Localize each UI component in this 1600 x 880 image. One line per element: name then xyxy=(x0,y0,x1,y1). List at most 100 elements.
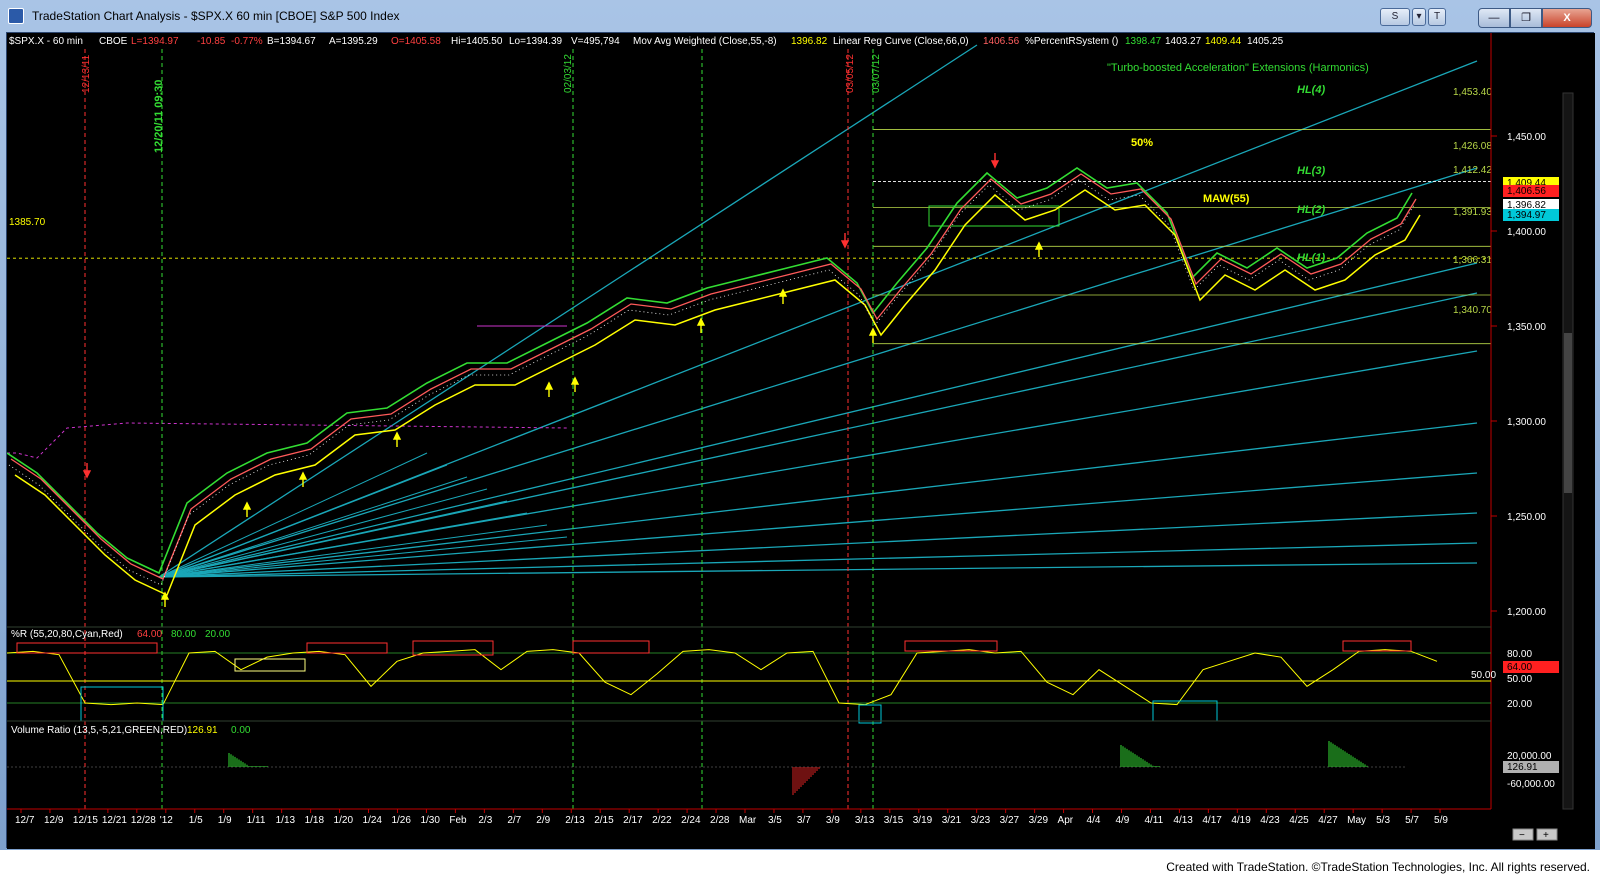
wr-level-50-label: 50.00 xyxy=(1471,670,1496,681)
status-line: $SPX.X - 60 min CBOE L=1394.97 -10.85 -0… xyxy=(9,36,1284,47)
low-price: Lo=1394.39 xyxy=(509,36,563,47)
price-tag-cyan-text: 1,394.97 xyxy=(1507,210,1546,221)
symbol-label: $SPX.X - 60 min xyxy=(9,36,83,47)
vol-label: Volume Ratio (13,5,-5,21,GREEN,RED) xyxy=(11,725,187,736)
x-tick-label: 2/3 xyxy=(478,815,492,826)
date-1213-label: 12/13/11 xyxy=(81,54,92,93)
wr-label: %R (55,20,80,Cyan,Red) xyxy=(11,629,123,640)
wr-80: 80.00 xyxy=(171,629,196,640)
x-tick-label: 4/9 xyxy=(1115,815,1129,826)
level-1385-label: 1385.70 xyxy=(9,217,46,228)
x-tick-label: 2/24 xyxy=(681,815,701,826)
x-tick-label: 5/9 xyxy=(1434,815,1448,826)
window-title: TradeStation Chart Analysis - $SPX.X 60 … xyxy=(32,9,400,23)
window-controls: — ❐ X xyxy=(1478,8,1592,28)
maw-label: MAW(55) xyxy=(1203,193,1250,205)
x-tick-label: Apr xyxy=(1058,815,1074,826)
bid-price: B=1394.67 xyxy=(267,36,316,47)
footer-credits: Created with TradeStation. ©TradeStation… xyxy=(1166,860,1590,874)
mavw-label: Mov Avg Weighted (Close,55,-8) xyxy=(633,36,777,47)
hl2-label: HL(2) xyxy=(1297,204,1325,216)
svg-text:−: − xyxy=(1519,830,1525,841)
x-tick-label: 1/30 xyxy=(420,815,440,826)
x-tick-label: 2/13 xyxy=(565,815,585,826)
x-tick-label: May xyxy=(1347,815,1366,826)
x-tick-label: 1/5 xyxy=(189,815,203,826)
last-price: L=1394.97 xyxy=(131,36,179,47)
vol-value: 126.91 xyxy=(187,725,218,736)
change-value: -10.85 xyxy=(197,36,226,47)
x-tick-label: 2/7 xyxy=(507,815,521,826)
prs-value-4: 1405.25 xyxy=(1247,36,1284,47)
change-percent: -0.77% xyxy=(231,36,263,47)
hl4-label: HL(4) xyxy=(1297,84,1325,96)
x-tick-label: 3/7 xyxy=(797,815,811,826)
vol-tag-text: 126.91 xyxy=(1507,762,1538,773)
tradestation-window: TradeStation Chart Analysis - $SPX.X 60 … xyxy=(0,0,1600,880)
vertical-scroll-thumb[interactable] xyxy=(1564,333,1572,493)
x-tick-label: 12/15 xyxy=(73,815,98,826)
date-0307-label: 03/07/12 xyxy=(871,54,882,93)
wr-tick-label: 50.00 xyxy=(1507,674,1532,685)
x-tick-label: 1/11 xyxy=(247,815,266,826)
x-tick-label: 5/3 xyxy=(1376,815,1390,826)
prs-value-2: 1403.27 xyxy=(1165,36,1202,47)
symbol-link-button[interactable]: S xyxy=(1380,8,1410,26)
symbol-link-dropdown[interactable]: ▾ xyxy=(1412,8,1426,26)
x-tick-label: 2/17 xyxy=(623,815,643,826)
wr-tick-label: 80.00 xyxy=(1507,649,1532,660)
hl3-label: HL(3) xyxy=(1297,165,1325,177)
x-tick-label: 1/9 xyxy=(218,815,232,826)
volume-value: V=495,794 xyxy=(571,36,620,47)
open-price: O=1405.58 xyxy=(391,36,441,47)
chart-area[interactable]: $SPX.X - 60 min CBOE L=1394.97 -10.85 -0… xyxy=(6,32,1595,849)
x-tick-label: 12/9 xyxy=(44,815,64,826)
close-button[interactable]: X xyxy=(1542,8,1592,28)
x-tick-label: 3/15 xyxy=(884,815,904,826)
exchange-label: CBOE xyxy=(99,36,128,47)
vol-zero: 0.00 xyxy=(231,725,251,736)
x-tick-label: Feb xyxy=(449,815,467,826)
wr-20: 20.00 xyxy=(205,629,230,640)
price-tick-label: 1,450.00 xyxy=(1507,132,1546,143)
x-tick-label: 3/27 xyxy=(1000,815,1020,826)
ask-price: A=1395.29 xyxy=(329,36,378,47)
tradestation-app-icon xyxy=(8,8,24,24)
prs-label: %PercentRSystem () xyxy=(1025,36,1118,47)
chart-canvas[interactable]: $SPX.X - 60 min CBOE L=1394.97 -10.85 -0… xyxy=(6,33,1595,849)
vol-tick-2: -60,000.00 xyxy=(1507,779,1555,790)
x-tick-label: '12 xyxy=(160,815,173,826)
level-1391-label: 1,391.93 xyxy=(1453,207,1492,218)
date-0203-label: 02/03/12 xyxy=(563,54,574,93)
x-tick-label: 3/29 xyxy=(1029,815,1049,826)
x-tick-label: 2/9 xyxy=(536,815,550,826)
x-tick-label: 2/15 xyxy=(594,815,614,826)
x-tick-label: 3/19 xyxy=(913,815,933,826)
high-price: Hi=1405.50 xyxy=(451,36,503,47)
title-bar[interactable]: TradeStation Chart Analysis - $SPX.X 60 … xyxy=(0,0,1600,32)
x-tick-label: 4/13 xyxy=(1173,815,1193,826)
x-tick-label: 4/17 xyxy=(1202,815,1222,826)
restore-button[interactable]: ❐ xyxy=(1510,8,1542,28)
x-tick-label: 3/9 xyxy=(826,815,840,826)
date-1220-label: 12/20/11 09:30 xyxy=(153,80,165,153)
footer-bar: Created with TradeStation. ©TradeStation… xyxy=(0,850,1600,880)
mavw-value: 1396.82 xyxy=(791,36,828,47)
x-tick-label: 4/11 xyxy=(1144,815,1163,826)
level-1340-label: 1,340.70 xyxy=(1453,305,1492,316)
lrc-label: Linear Reg Curve (Close,66,0) xyxy=(833,36,969,47)
x-tick-label: 4/4 xyxy=(1087,815,1101,826)
minimize-button[interactable]: — xyxy=(1478,8,1510,28)
prs-value-1: 1398.47 xyxy=(1125,36,1162,47)
x-tick-label: 4/27 xyxy=(1318,815,1338,826)
vol-tick-1: 20,000.00 xyxy=(1507,751,1552,762)
pin-button[interactable]: T xyxy=(1428,8,1446,26)
svg-text:+: + xyxy=(1543,830,1549,841)
wr-value: 64.00 xyxy=(137,629,162,640)
price-tick-label: 1,200.00 xyxy=(1507,607,1546,618)
x-tick-label: 4/19 xyxy=(1231,815,1251,826)
extensions-title: "Turbo-boosted Acceleration" Extensions … xyxy=(1107,62,1369,74)
level-1426-label: 1,426.08 xyxy=(1453,141,1492,152)
level-1453-label: 1,453.40 xyxy=(1453,87,1492,98)
lrc-value: 1406.56 xyxy=(983,36,1020,47)
